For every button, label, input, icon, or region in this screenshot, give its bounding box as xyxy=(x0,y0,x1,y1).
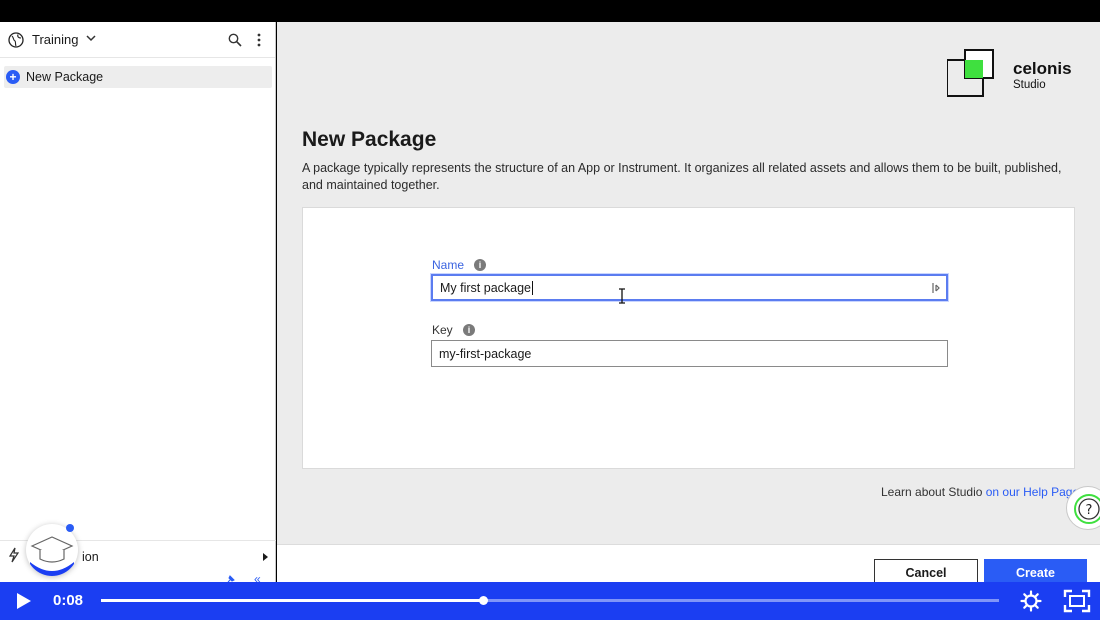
page-title: New Package xyxy=(302,128,437,151)
workspace-selector[interactable]: Training xyxy=(32,32,78,47)
main-content: celonis Studio New Package A package typ… xyxy=(277,22,1100,544)
progress-track[interactable] xyxy=(101,596,999,605)
help-button[interactable]: ? xyxy=(1066,486,1100,530)
chevron-down-icon[interactable] xyxy=(86,34,97,45)
info-icon[interactable]: i xyxy=(463,324,475,336)
plus-icon: + xyxy=(6,70,20,84)
more-vertical-icon[interactable] xyxy=(251,32,267,48)
play-icon[interactable] xyxy=(17,593,31,609)
text-caret xyxy=(532,280,534,295)
playback-time: 0:08 xyxy=(53,592,84,609)
info-icon[interactable]: i xyxy=(474,259,486,271)
help-icon: ? xyxy=(1074,494,1100,524)
name-field-label: Name xyxy=(432,258,465,272)
help-page-link[interactable]: on our Help Page xyxy=(986,485,1079,499)
gear-icon[interactable] xyxy=(1020,590,1042,612)
brand-product: Studio xyxy=(1013,79,1046,91)
svg-text:?: ? xyxy=(1086,503,1093,518)
sidebar: Training + New Package ion « xyxy=(0,22,276,586)
video-player-controls: 0:08 xyxy=(0,582,1100,620)
sidebar-header: Training xyxy=(0,22,275,58)
password-manager-icon[interactable] xyxy=(932,282,940,297)
notification-dot xyxy=(66,524,74,532)
sidebar-item-new-package[interactable]: + New Package xyxy=(4,66,272,88)
help-text: Learn about Studio on our Help Page xyxy=(881,485,1079,499)
brand-name: celonis xyxy=(1013,59,1072,78)
fullscreen-icon[interactable] xyxy=(1063,589,1091,613)
top-black-bar xyxy=(0,0,1100,22)
caret-right-icon[interactable] xyxy=(263,552,268,561)
name-input[interactable]: My first package xyxy=(431,274,948,301)
mouse-cursor xyxy=(618,288,626,307)
search-icon[interactable] xyxy=(227,32,243,48)
sidebar-bottom-label: ion xyxy=(82,549,99,564)
form-footer: Cancel Create xyxy=(277,544,1100,587)
name-input-value: My first package xyxy=(440,280,532,295)
key-input-value: my-first-package xyxy=(439,346,532,361)
sidebar-item-label: New Package xyxy=(26,70,104,84)
progress-fill xyxy=(101,599,483,602)
lightning-icon xyxy=(8,547,24,567)
key-field-label: Key xyxy=(432,323,453,337)
progress-thumb[interactable] xyxy=(478,596,488,605)
package-form-card: Name i My first package Key i my-first-p… xyxy=(302,207,1075,469)
help-text-label: Learn about Studio xyxy=(881,485,986,499)
key-input[interactable]: my-first-package xyxy=(431,340,948,367)
globe-icon xyxy=(8,31,24,48)
page-description: A package typically represents the struc… xyxy=(302,161,1062,192)
